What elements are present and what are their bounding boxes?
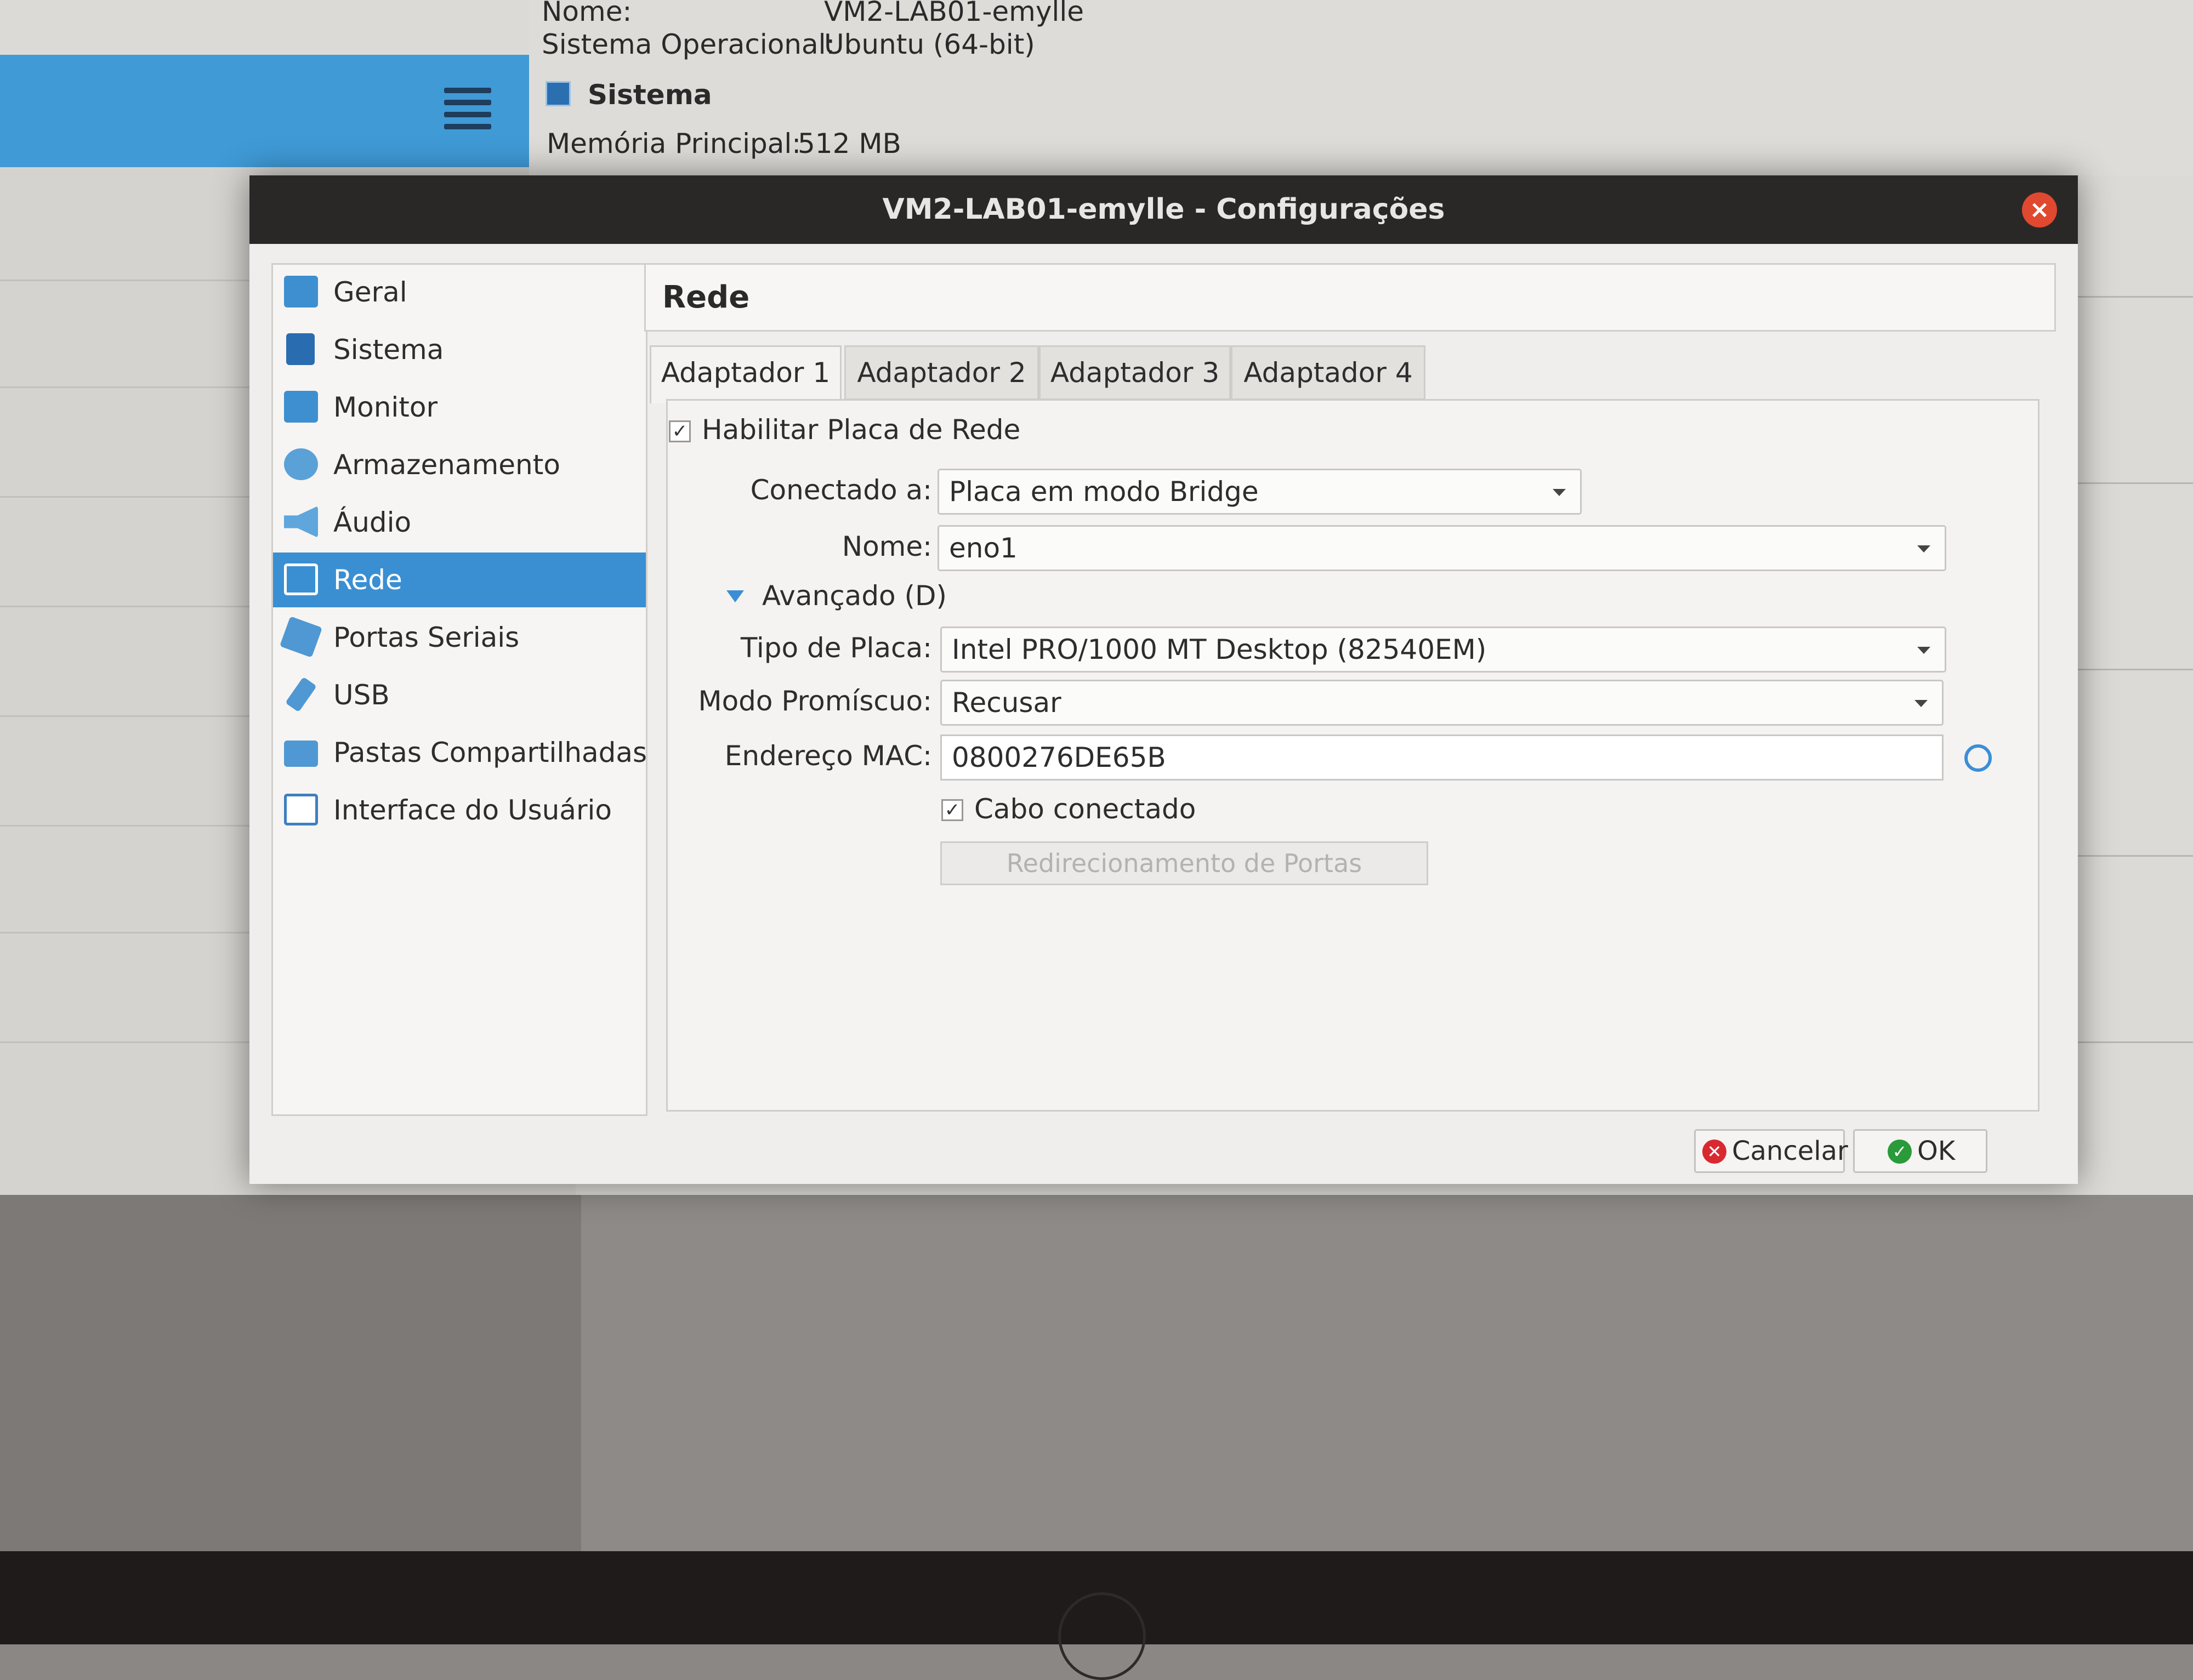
sidebar-item-label: Portas Seriais <box>333 622 520 653</box>
speaker-icon <box>284 506 318 538</box>
sidebar-item-rede[interactable]: Rede <box>273 553 646 607</box>
dialog-titlebar[interactable]: VM2-LAB01-emylle - Configurações × <box>249 175 2078 244</box>
adapter-name-label: Nome: <box>842 531 932 562</box>
tab-adaptador-2[interactable]: Adaptador 2 <box>844 345 1039 400</box>
usb-icon <box>285 676 317 713</box>
adapter-type-label: Tipo de Placa: <box>740 632 932 664</box>
chevron-down-icon <box>1917 647 1930 654</box>
chip-icon <box>286 333 315 365</box>
promiscuous-mode-label: Modo Promíscuo: <box>698 685 932 717</box>
network-icon <box>284 563 318 595</box>
mac-address-value: 0800276DE65B <box>952 742 1166 773</box>
attached-to-value: Placa em modo Bridge <box>949 476 1259 508</box>
attached-to-select[interactable]: Placa em modo Bridge <box>938 469 1582 515</box>
window-icon <box>284 794 318 825</box>
advanced-toggle[interactable]: Avançado (D) <box>762 580 947 612</box>
chip-icon <box>546 81 571 106</box>
adapter-type-select[interactable]: Intel PRO/1000 MT Desktop (82540EM) <box>940 627 1946 673</box>
monitor-icon <box>284 276 318 307</box>
attached-to-label: Conectado a: <box>750 474 932 506</box>
cable-connected-checkbox[interactable]: ✓ <box>941 799 963 821</box>
enable-adapter-checkbox[interactable]: ✓ <box>669 420 691 442</box>
cancel-icon: ✕ <box>1702 1140 1726 1164</box>
mac-address-label: Endereço MAC: <box>724 740 932 772</box>
enable-adapter-label: Habilitar Placa de Rede <box>702 414 1021 446</box>
cable-connected-label: Cabo conectado <box>974 793 1196 825</box>
sidebar-item-label: Áudio <box>333 506 412 538</box>
desktop-bottom-left-area <box>0 1195 581 1551</box>
sidebar-item-label: Geral <box>333 276 407 308</box>
sidebar-item-portas-seriais[interactable]: Portas Seriais <box>273 610 646 665</box>
sidebar-item-armazenamento[interactable]: Armazenamento <box>273 437 646 492</box>
sidebar-item-usb[interactable]: USB <box>273 668 646 722</box>
panel-header: Rede <box>644 263 2056 332</box>
bg-memory-value: 512 MB <box>798 128 901 160</box>
chevron-down-icon <box>1553 489 1566 496</box>
bg-memory-label: Memória Principal: <box>547 128 802 160</box>
serial-port-icon <box>279 616 323 658</box>
sidebar-item-label: Rede <box>333 564 402 596</box>
settings-dialog: VM2-LAB01-emylle - Configurações × Geral… <box>249 175 2078 1184</box>
sidebar-item-label: USB <box>333 679 390 711</box>
sidebar-item-label: Sistema <box>333 334 444 366</box>
folder-icon <box>284 741 318 767</box>
bg-os-value: Ubuntu (64-bit) <box>824 29 1035 60</box>
bg-name-value: VM2-LAB01-emylle <box>824 0 1084 27</box>
cancel-label: Cancelar <box>1732 1136 1848 1166</box>
adapter-name-select[interactable]: eno1 <box>938 525 1946 571</box>
sidebar-item-audio[interactable]: Áudio <box>273 495 646 550</box>
mac-address-field[interactable]: 0800276DE65B <box>940 734 1944 781</box>
tab-adaptador-1[interactable]: Adaptador 1 <box>650 345 842 403</box>
promiscuous-mode-select[interactable]: Recusar <box>940 680 1944 726</box>
sidebar-item-label: Interface do Usuário <box>333 794 612 826</box>
list-menu-icon[interactable] <box>444 88 491 129</box>
ok-label: OK <box>1917 1136 1956 1166</box>
adapter-name-value: eno1 <box>949 532 1018 564</box>
bg-os-label: Sistema Operacional: <box>542 29 836 60</box>
tab-adaptador-3[interactable]: Adaptador 3 <box>1039 345 1231 400</box>
sidebar-item-monitor[interactable]: Monitor <box>273 380 646 435</box>
adapter-type-value: Intel PRO/1000 MT Desktop (82540EM) <box>952 634 1487 665</box>
chevron-down-icon <box>1914 700 1928 707</box>
ok-button[interactable]: ✓ OK <box>1853 1129 1987 1173</box>
bg-section-title: Sistema <box>588 79 712 111</box>
sidebar-item-geral[interactable]: Geral <box>273 265 646 320</box>
tab-adaptador-4[interactable]: Adaptador 4 <box>1231 345 1425 400</box>
sidebar-item-pastas-compartilhadas[interactable]: Pastas Compartilhadas <box>273 725 647 780</box>
sidebar-item-label: Pastas Compartilhadas <box>333 737 647 768</box>
settings-category-list: Geral Sistema Monitor Armazenamento Áudi… <box>271 263 647 1116</box>
close-icon[interactable]: × <box>2022 192 2057 227</box>
page-title: Rede <box>662 280 750 315</box>
port-forwarding-button[interactable]: Redirecionamento de Portas <box>940 841 1428 885</box>
brand-logo <box>1058 1592 1146 1680</box>
display-icon <box>284 391 318 423</box>
sidebar-item-label: Armazenamento <box>333 449 560 481</box>
expand-triangle-icon[interactable] <box>726 590 744 602</box>
check-icon: ✓ <box>1888 1140 1912 1164</box>
dialog-title: VM2-LAB01-emylle - Configurações <box>882 193 1445 226</box>
promiscuous-mode-value: Recusar <box>952 687 1061 719</box>
sidebar-item-label: Monitor <box>333 391 438 423</box>
bg-name-label: Nome: <box>542 0 632 27</box>
refresh-mac-icon[interactable] <box>1964 744 1992 772</box>
chevron-down-icon <box>1917 545 1930 553</box>
sidebar-item-sistema[interactable]: Sistema <box>273 322 646 377</box>
disk-icon <box>284 448 318 480</box>
sidebar-item-interface-do-usuario[interactable]: Interface do Usuário <box>273 783 646 838</box>
cancel-button[interactable]: ✕ Cancelar <box>1694 1129 1848 1173</box>
